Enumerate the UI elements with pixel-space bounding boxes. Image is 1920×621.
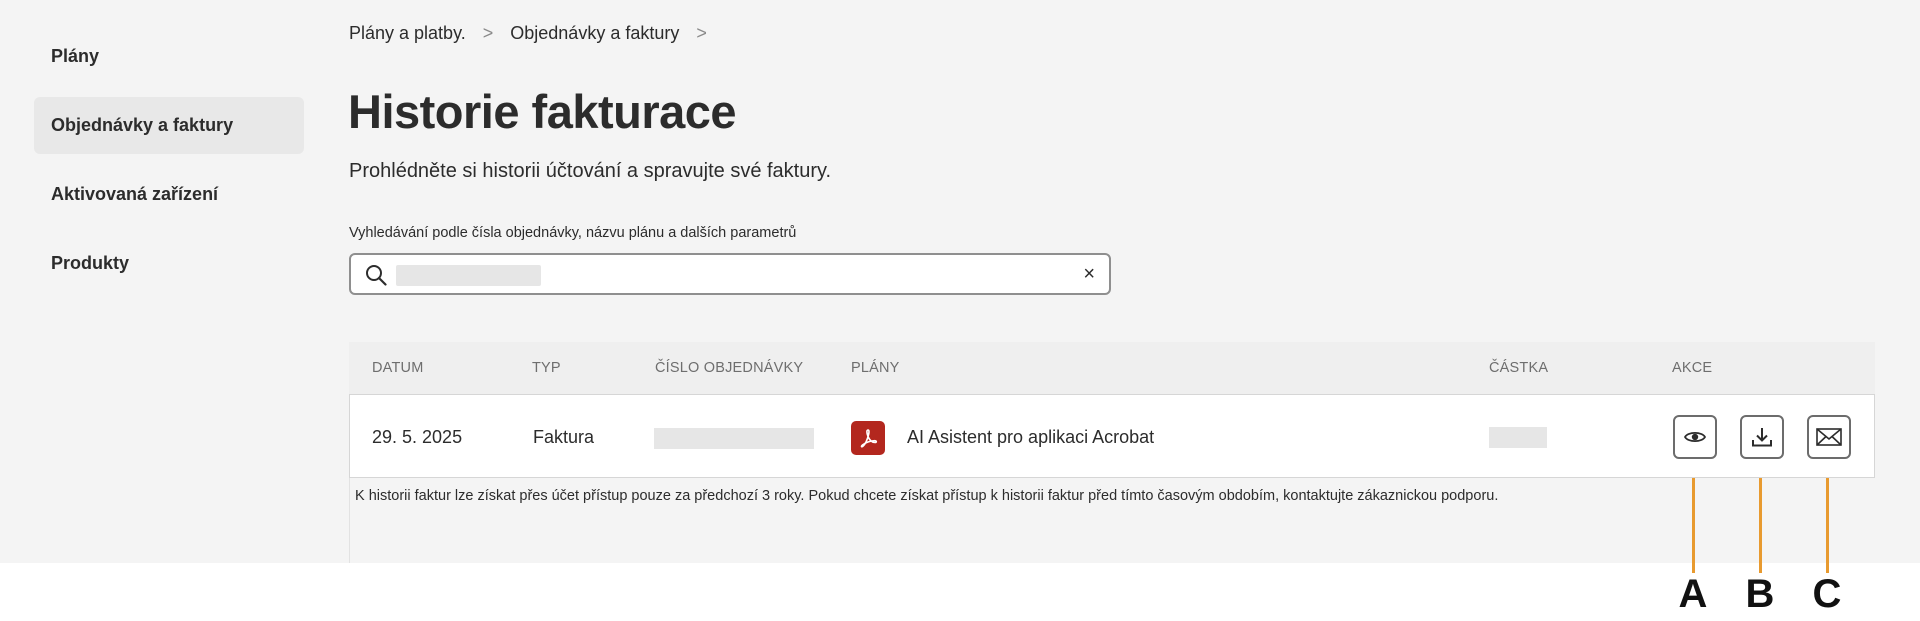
row-date: 29. 5. 2025	[372, 427, 463, 447]
sidebar-item-label: Objednávky a faktury	[51, 115, 234, 135]
history-footnote: K historii faktur lze získat přes účet p…	[355, 488, 1499, 504]
sidebar-item-label: Aktivovaná zařízení	[51, 184, 219, 204]
sidebar-item-orders-invoices[interactable]: Objednávky a faktury	[34, 97, 304, 154]
callout-line-c	[1826, 478, 1829, 573]
sidebar-item-activated-devices[interactable]: Aktivovaná zařízení	[34, 166, 304, 223]
row-type: Faktura	[533, 427, 595, 447]
download-invoice-button[interactable]	[1740, 415, 1784, 459]
sidebar-item-products[interactable]: Produkty	[34, 235, 304, 292]
callout-label-b: B	[1745, 572, 1775, 616]
page-subtitle: Prohlédněte si historii účtování a sprav…	[349, 160, 832, 182]
sidebar-item-label: Plány	[51, 46, 100, 66]
column-header-date: DATUM	[372, 360, 424, 376]
envelope-icon	[1816, 428, 1842, 446]
search-label: Vyhledávání podle čísla objednávky, názv…	[349, 225, 797, 241]
callout-label-a: A	[1678, 572, 1708, 616]
breadcrumb: Plány a platby. > Objednávky a faktury >	[349, 20, 724, 46]
sidebar: Plány Objednávky a faktury Aktivovaná za…	[34, 28, 304, 304]
search-icon	[366, 265, 387, 286]
column-header-type: TYP	[532, 360, 561, 376]
row-amount-redacted	[1489, 427, 1547, 448]
sidebar-item-plans[interactable]: Plány	[34, 28, 304, 85]
clear-icon[interactable]: ×	[1083, 263, 1095, 285]
row-order-number-redacted	[654, 428, 814, 449]
view-invoice-button[interactable]	[1673, 415, 1717, 459]
table-header: DATUM TYP ČÍSLO OBJEDNÁVKY PLÁNY ČÁSTKA …	[349, 342, 1875, 394]
column-header-actions: AKCE	[1672, 360, 1713, 376]
callout-line-b	[1759, 478, 1762, 573]
breadcrumb-plans-payments[interactable]: Plány a platby.	[349, 23, 466, 44]
column-header-order-number: ČÍSLO OBJEDNÁVKY	[655, 360, 804, 376]
search-value-redacted	[396, 265, 541, 286]
row-plan-name: AI Asistent pro aplikaci Acrobat	[907, 427, 1155, 447]
callout-label-c: C	[1812, 572, 1842, 616]
search-input[interactable]: ×	[349, 253, 1111, 295]
email-invoice-button[interactable]	[1807, 415, 1851, 459]
eye-icon	[1683, 431, 1707, 443]
column-header-amount: ČÁSTKA	[1489, 360, 1549, 376]
breadcrumb-separator: >	[482, 22, 494, 43]
page-title: Historie fakturace	[348, 85, 737, 138]
column-header-plans: PLÁNY	[851, 360, 900, 376]
download-icon	[1752, 428, 1772, 447]
acrobat-pdf-icon	[851, 421, 885, 455]
callout-line-a	[1692, 478, 1695, 573]
breadcrumb-separator: >	[696, 22, 707, 43]
sidebar-item-label: Produkty	[51, 253, 130, 273]
table-row: 29. 5. 2025 Faktura AI Asistent pro apli…	[349, 394, 1875, 478]
breadcrumb-orders-invoices[interactable]: Objednávky a faktury	[510, 23, 679, 44]
